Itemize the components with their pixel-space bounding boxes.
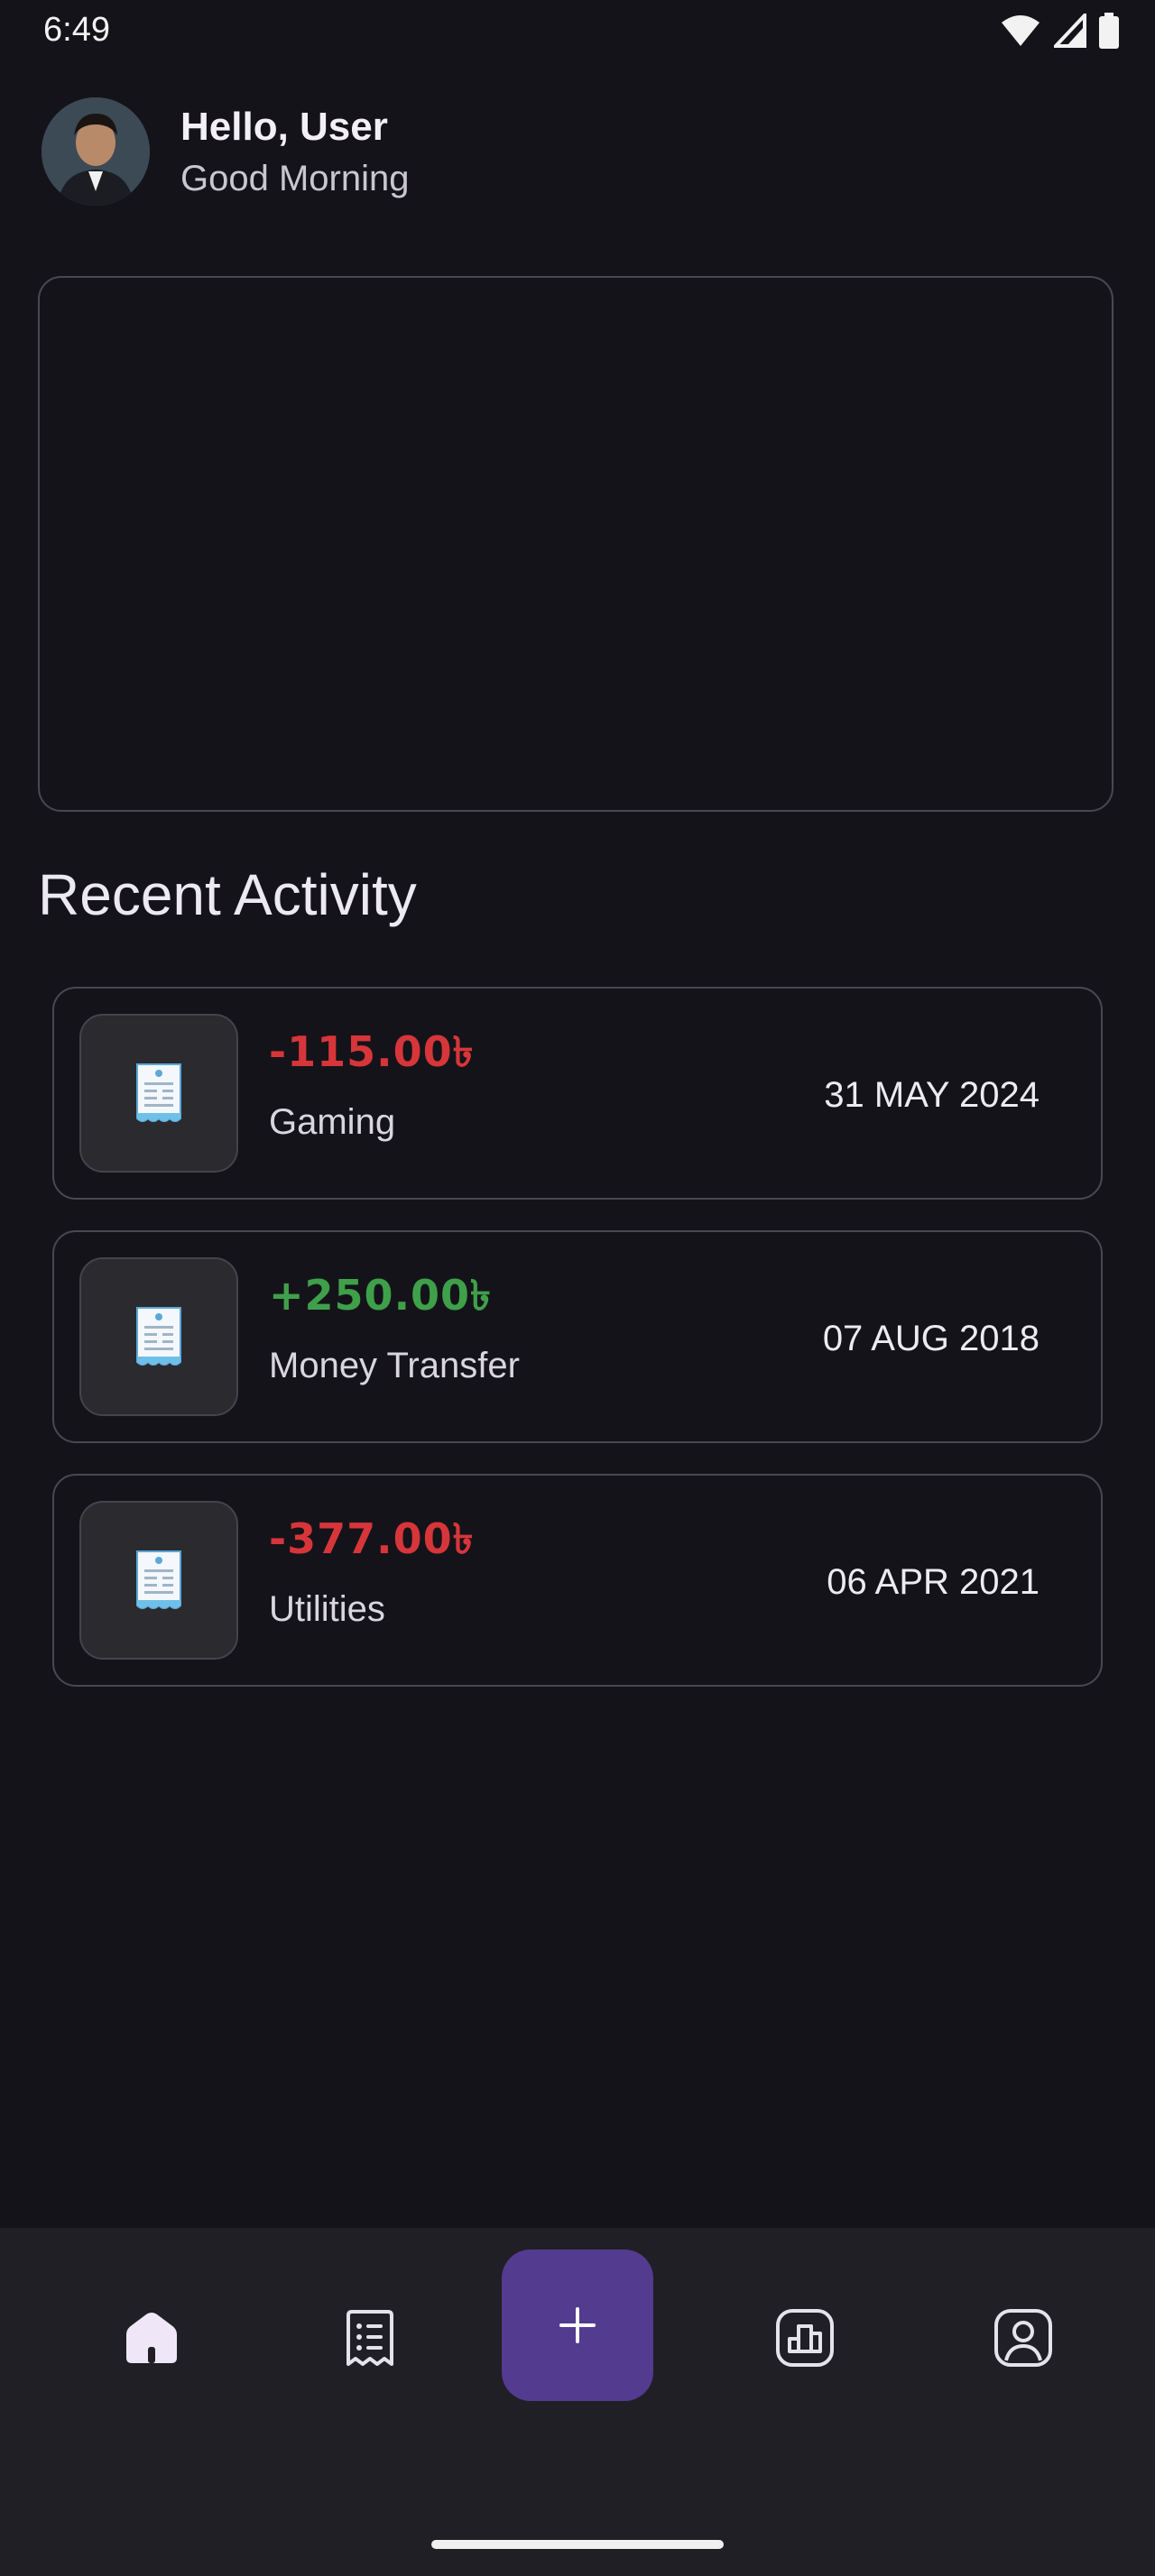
transaction-item[interactable]: +250.00৳ Money Transfer 07 AUG 2018	[52, 1230, 1103, 1443]
transaction-amount: -377.00৳	[269, 1514, 475, 1563]
transaction-item[interactable]: -377.00৳ Utilities 06 APR 2021	[52, 1474, 1103, 1687]
greeting-subtitle: Good Morning	[180, 158, 410, 198]
transaction-item[interactable]: -115.00৳ Gaming 31 MAY 2024	[52, 987, 1103, 1200]
add-transaction-button[interactable]	[502, 2249, 653, 2401]
profile-icon	[994, 2309, 1052, 2367]
transaction-amount: +250.00৳	[269, 1271, 492, 1320]
transaction-date: 07 AUG 2018	[822, 1319, 1040, 1358]
transaction-name: Gaming	[269, 1102, 396, 1142]
home-indicator	[431, 2540, 724, 2549]
transaction-list: -115.00৳ Gaming 31 MAY 2024 +250.00৳ Mon…	[52, 987, 1103, 1717]
home-icon	[126, 2313, 177, 2363]
plus-icon	[559, 2307, 596, 2343]
chart-icon	[776, 2309, 834, 2367]
bottom-nav	[0, 2228, 1155, 2576]
transaction-name: Money Transfer	[269, 1346, 520, 1385]
battery-icon	[1099, 13, 1119, 49]
transaction-date: 06 APR 2021	[827, 1562, 1040, 1602]
nav-home[interactable]	[97, 2284, 206, 2392]
receipt-icon	[79, 1014, 238, 1173]
avatar[interactable]	[42, 97, 150, 206]
transaction-name: Utilities	[269, 1589, 385, 1629]
nav-profile[interactable]	[969, 2284, 1077, 2392]
receipt-icon	[79, 1501, 238, 1660]
signal-icon	[1054, 14, 1086, 48]
greeting-name: Hello, User	[180, 104, 388, 149]
balance-card	[38, 276, 1113, 812]
receipt-icon	[79, 1257, 238, 1416]
nav-transactions[interactable]	[316, 2284, 424, 2392]
status-time: 6:49	[43, 11, 110, 49]
transaction-date: 31 MAY 2024	[824, 1075, 1040, 1115]
wifi-icon	[1002, 15, 1040, 46]
nav-statistics[interactable]	[751, 2284, 859, 2392]
transaction-amount: -115.00৳	[269, 1027, 475, 1076]
greeting: Hello, User Good Morning	[180, 105, 409, 199]
status-bar: 6:49	[0, 0, 1155, 63]
recent-activity-title: Recent Activity	[38, 862, 417, 927]
user-header: Hello, User Good Morning	[42, 97, 409, 206]
receipt-list-icon	[346, 2310, 393, 2366]
status-icons	[1000, 13, 1119, 49]
